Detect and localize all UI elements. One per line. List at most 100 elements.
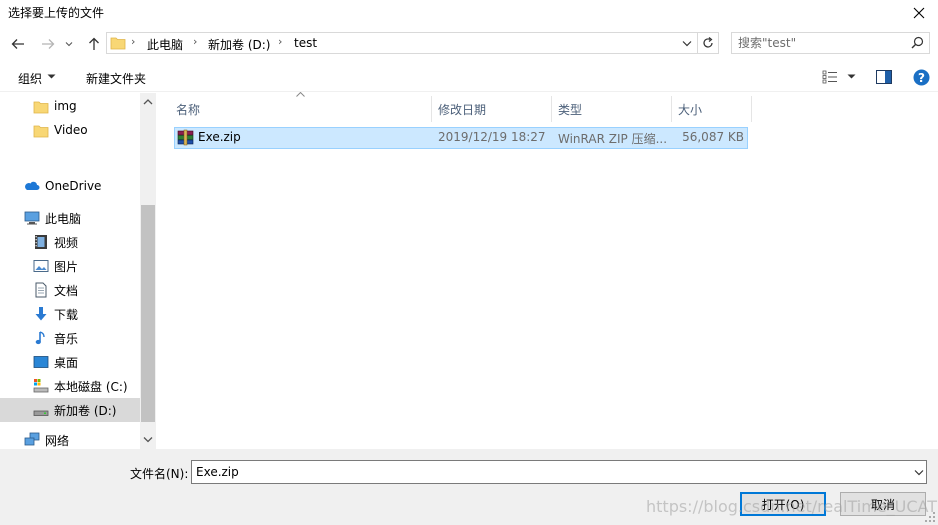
sidebar-item-video-folder[interactable]: Video [0, 118, 140, 142]
desktop-icon [33, 354, 49, 370]
close-button[interactable] [900, 0, 938, 26]
organize-dropdown-arrow[interactable] [47, 74, 56, 79]
documents-icon [33, 282, 49, 298]
help-icon: ? [913, 69, 930, 86]
sidebar-item-desktop[interactable]: 桌面 [0, 350, 140, 374]
new-folder-button[interactable]: 新建文件夹 [86, 70, 146, 87]
sidebar-item-label: 下载 [54, 307, 79, 322]
sidebar-item-downloads[interactable]: 下载 [0, 302, 140, 326]
sidebar-item-label: 桌面 [54, 355, 79, 370]
title-bar [0, 0, 938, 26]
change-view-button[interactable] [822, 70, 838, 84]
file-size: 56,087 KB [682, 130, 744, 144]
arrow-left-icon [11, 39, 24, 49]
window-title: 选择要上传的文件 [8, 6, 105, 20]
view-options-dropdown[interactable] [847, 74, 856, 79]
caret-down-icon [847, 74, 856, 79]
svg-text:?: ? [918, 71, 925, 85]
cancel-button[interactable]: 取消 [840, 492, 926, 516]
open-button[interactable]: 打开(O) [740, 492, 826, 516]
preview-pane-button[interactable] [876, 70, 892, 84]
winrar-archive-icon [177, 129, 194, 146]
sidebar-item-label: OneDrive [45, 179, 102, 193]
sidebar-item-videos[interactable]: 视频 [0, 230, 140, 254]
scroll-down-arrow[interactable] [143, 436, 153, 443]
sidebar-item-img[interactable]: img [0, 94, 140, 118]
view-details-icon [822, 70, 837, 84]
folder-icon [110, 35, 126, 50]
sidebar-item-documents[interactable]: 文档 [0, 278, 140, 302]
downloads-icon [33, 306, 49, 322]
sidebar-item-pictures[interactable]: 图片 [0, 254, 140, 278]
folder-icon [33, 122, 49, 138]
network-icon [24, 432, 40, 448]
preview-pane-icon [876, 70, 892, 84]
column-header-type[interactable]: 类型 [552, 96, 672, 122]
drive-icon [33, 402, 49, 418]
chevron-down-icon [65, 42, 73, 47]
breadcrumb-test[interactable]: test [294, 36, 317, 50]
sidebar-item-drive-d[interactable]: 新加卷 (D:) [0, 398, 140, 422]
music-icon [33, 330, 49, 346]
sidebar-item-label: 本地磁盘 (C:) [54, 379, 128, 394]
arrow-up-icon [89, 37, 99, 50]
up-button[interactable] [84, 34, 104, 54]
chevron-down-icon [143, 437, 153, 443]
close-icon [913, 7, 925, 19]
column-header-size[interactable]: 大小 [672, 96, 752, 122]
search-icon[interactable] [911, 36, 924, 49]
file-name: Exe.zip [198, 130, 241, 144]
forward-button[interactable] [38, 34, 58, 54]
folder-icon [33, 98, 49, 114]
column-header-modified[interactable]: 修改日期 [432, 96, 552, 122]
filename-combobox[interactable] [191, 460, 927, 484]
sidebar-item-label: 音乐 [54, 331, 79, 346]
sidebar-item-this-pc[interactable]: 此电脑 [0, 206, 140, 230]
column-header-name[interactable]: 名称 [170, 96, 432, 122]
pictures-icon [33, 258, 49, 274]
file-modified: 2019/12/19 18:27 [438, 130, 546, 144]
organize-label: 组织 [18, 72, 43, 86]
search-input[interactable] [738, 35, 898, 51]
refresh-button[interactable] [697, 32, 719, 54]
sidebar-item-label: 文档 [54, 283, 79, 298]
back-button[interactable] [8, 34, 28, 54]
filename-label: 文件名(N): [130, 467, 189, 481]
breadcrumb-separator: › [193, 35, 198, 48]
filename-input[interactable] [196, 464, 886, 480]
breadcrumb-separator: › [278, 35, 283, 48]
chevron-down-icon [914, 470, 924, 476]
local-disk-icon [33, 378, 49, 394]
sidebar-item-label: 新加卷 (D:) [54, 403, 117, 418]
sidebar-item-label: 视频 [54, 235, 79, 250]
chevron-down-icon [682, 41, 692, 47]
address-dropdown-button[interactable] [682, 40, 692, 47]
help-button[interactable]: ? [913, 69, 930, 86]
sidebar-item-label: 网络 [45, 433, 70, 448]
this-pc-icon [24, 210, 40, 226]
videos-icon [33, 234, 49, 250]
onedrive-cloud-icon [24, 178, 40, 194]
caret-down-icon [47, 74, 56, 79]
search-box[interactable] [731, 32, 930, 54]
resize-grip-icon[interactable] [924, 511, 936, 523]
breadcrumb-separator: › [131, 35, 136, 48]
organize-button[interactable]: 组织 [18, 70, 42, 87]
scroll-up-arrow[interactable] [143, 98, 153, 105]
scrollbar-thumb[interactable] [141, 205, 155, 422]
file-type: WinRAR ZIP 压缩... [558, 132, 668, 146]
sidebar-item-label: 此电脑 [45, 211, 82, 226]
sidebar-item-label: 图片 [54, 259, 79, 274]
arrow-right-icon [42, 39, 55, 49]
sidebar-item-local-disk-c[interactable]: 本地磁盘 (C:) [0, 374, 140, 398]
sidebar-item-music[interactable]: 音乐 [0, 326, 140, 350]
filename-dropdown-button[interactable] [914, 469, 924, 476]
sidebar-item-label: Video [54, 123, 88, 137]
refresh-icon [702, 37, 713, 48]
recent-locations-button[interactable] [62, 34, 76, 54]
sidebar-item-network[interactable]: 网络 [0, 430, 140, 450]
sidebar-item-label: img [54, 99, 77, 113]
sidebar-item-onedrive[interactable]: OneDrive [0, 174, 140, 198]
breadcrumb-this-pc[interactable]: 此电脑 [147, 36, 183, 53]
breadcrumb-drive-d[interactable]: 新加卷 (D:) [208, 36, 270, 53]
